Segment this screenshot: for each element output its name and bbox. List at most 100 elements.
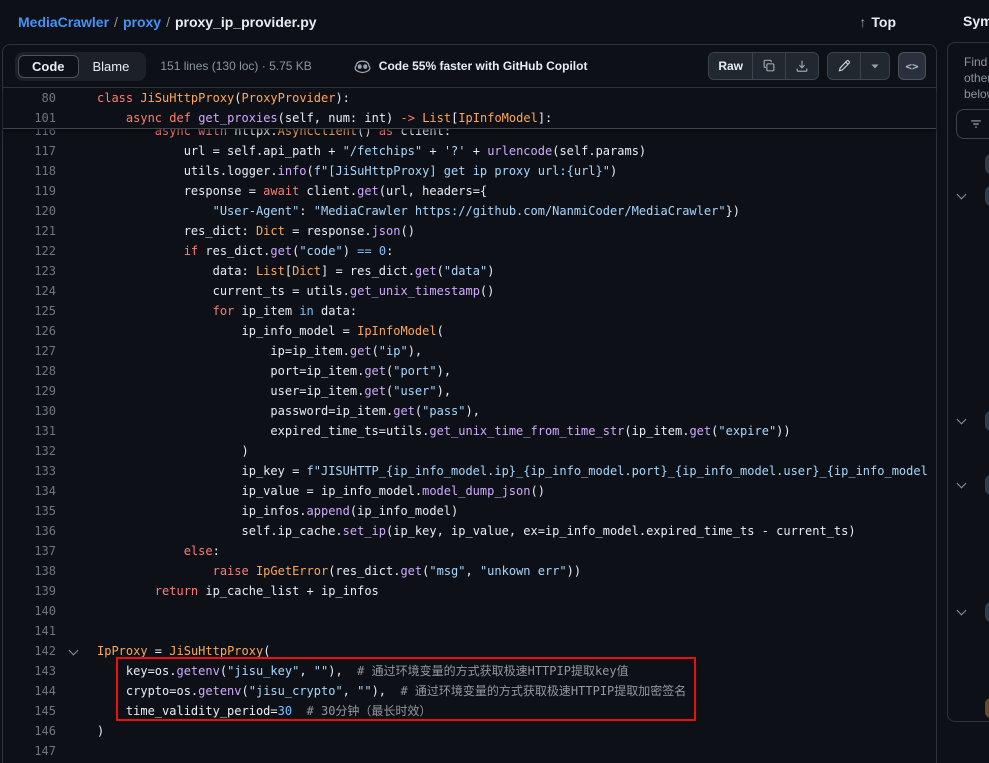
copilot-banner-text: Code 55% faster with GitHub Copilot	[379, 59, 588, 73]
breadcrumb-repo-link[interactable]: MediaCrawler	[18, 14, 109, 30]
line-number[interactable]: 130	[3, 401, 56, 421]
code-text: key=os.getenv("jisu_key", ""), # 通过环境变量的…	[97, 661, 629, 681]
line-number[interactable]: 122	[3, 241, 56, 261]
code-text: res_dict: Dict = response.json()	[97, 221, 415, 241]
raw-actions-group: Raw	[708, 52, 819, 80]
line-number[interactable]: 126	[3, 321, 56, 341]
gutter	[56, 481, 97, 501]
line-number[interactable]: 131	[3, 421, 56, 441]
code-line: 135 ip_infos.append(ip_info_model)	[3, 501, 936, 521]
copilot-banner[interactable]: Code 55% faster with GitHub Copilot	[354, 58, 588, 75]
download-button[interactable]	[785, 53, 818, 79]
line-number[interactable]: 144	[3, 681, 56, 701]
breadcrumb-separator: /	[166, 14, 170, 30]
edit-button[interactable]	[828, 53, 860, 79]
symbol-kind-badge[interactable]	[985, 411, 989, 431]
symbol-kind-badge[interactable]	[985, 602, 989, 622]
line-number[interactable]: 143	[3, 661, 56, 681]
gutter	[56, 441, 97, 461]
line-number[interactable]: 128	[3, 361, 56, 381]
gutter	[56, 561, 97, 581]
symbols-pane-toggle-button[interactable]: <>	[898, 52, 926, 80]
line-number[interactable]: 136	[3, 521, 56, 541]
code-line: 117 url = self.api_path + "/fetchips" + …	[3, 141, 936, 161]
code-text: utils.logger.info(f"[JiSuHttpProxy] get …	[97, 161, 617, 181]
copilot-icon	[354, 58, 371, 75]
line-number[interactable]: 138	[3, 561, 56, 581]
line-number[interactable]: 117	[3, 141, 56, 161]
code-text: else:	[97, 541, 220, 561]
symbol-row	[948, 154, 989, 174]
symbol-kind-badge[interactable]	[985, 186, 989, 206]
code-line: 138 raise IpGetError(res_dict.get("msg",…	[3, 561, 936, 581]
line-number[interactable]: 121	[3, 221, 56, 241]
chevron-down-icon[interactable]	[957, 606, 967, 616]
line-number[interactable]: 139	[3, 581, 56, 601]
line-number[interactable]: 124	[3, 281, 56, 301]
copy-icon	[762, 59, 776, 73]
line-number[interactable]: 145	[3, 701, 56, 721]
back-to-top-link[interactable]: ↑ Top	[859, 14, 896, 30]
line-number[interactable]: 80	[3, 88, 56, 108]
gutter	[56, 661, 97, 681]
symbol-row	[948, 475, 989, 495]
code-text: async def get_proxies(self, num: int) ->…	[97, 108, 552, 128]
line-number[interactable]: 133	[3, 461, 56, 481]
line-number[interactable]: 119	[3, 181, 56, 201]
chevron-down-icon[interactable]	[957, 415, 967, 425]
gutter	[56, 601, 97, 621]
breadcrumb-folder-link[interactable]: proxy	[123, 14, 161, 30]
gutter	[56, 301, 97, 321]
copy-button[interactable]	[752, 53, 785, 79]
chevron-down-icon[interactable]	[957, 190, 967, 200]
line-number[interactable]: 140	[3, 601, 56, 621]
line-number[interactable]: 147	[3, 741, 56, 761]
code-line: 140	[3, 601, 936, 621]
chevron-down-icon[interactable]	[957, 479, 967, 489]
code-text: ip_infos.append(ip_info_model)	[97, 501, 458, 521]
symbols-filter-input[interactable]	[956, 109, 989, 139]
gutter	[56, 261, 97, 281]
collapse-chevron-icon[interactable]	[69, 646, 79, 656]
line-number[interactable]: 142	[3, 641, 56, 661]
tab-code[interactable]: Code	[18, 55, 79, 78]
line-number[interactable]: 120	[3, 201, 56, 221]
symbol-row	[948, 602, 989, 622]
code-line: 143 key=os.getenv("jisu_key", ""), # 通过环…	[3, 661, 936, 681]
code-text: current_ts = utils.get_unix_timestamp()	[97, 281, 494, 301]
line-number[interactable]: 141	[3, 621, 56, 641]
line-number[interactable]: 127	[3, 341, 56, 361]
sticky-context-lines: 80class JiSuHttpProxy(ProxyProvider):101…	[3, 88, 936, 129]
line-number[interactable]: 134	[3, 481, 56, 501]
tab-blame[interactable]: Blame	[79, 55, 144, 78]
gutter	[56, 241, 97, 261]
line-number[interactable]: 101	[3, 108, 56, 128]
line-number[interactable]: 123	[3, 261, 56, 281]
code-line: 134 ip_value = ip_info_model.model_dump_…	[3, 481, 936, 501]
line-number[interactable]: 129	[3, 381, 56, 401]
symbol-kind-badge[interactable]	[985, 475, 989, 495]
line-number[interactable]: 135	[3, 501, 56, 521]
file-info-text: 151 lines (130 loc) · 5.75 KB	[160, 59, 311, 73]
gutter	[56, 181, 97, 201]
line-number[interactable]: 118	[3, 161, 56, 181]
code-line: 144 crypto=os.getenv("jisu_crypto", ""),…	[3, 681, 936, 701]
raw-button[interactable]: Raw	[709, 53, 752, 79]
line-number[interactable]: 132	[3, 441, 56, 461]
edit-dropdown-button[interactable]	[860, 53, 889, 79]
code-line: 137 else:	[3, 541, 936, 561]
line-number[interactable]: 146	[3, 721, 56, 741]
code-text: time_validity_period=30 # 30分钟（最长时效）	[97, 701, 431, 721]
symbols-panel-heading: Symbols	[963, 13, 989, 29]
code-text: data: List[Dict] = res_dict.get("data")	[97, 261, 494, 281]
symbol-kind-badge[interactable]	[985, 154, 989, 174]
gutter	[56, 461, 97, 481]
symbol-row	[948, 698, 989, 718]
line-number[interactable]: 116	[3, 129, 56, 141]
line-number[interactable]: 137	[3, 541, 56, 561]
edit-actions-group	[827, 52, 890, 80]
code-line: 128 port=ip_item.get("port"),	[3, 361, 936, 381]
line-number[interactable]: 125	[3, 301, 56, 321]
symbol-kind-badge[interactable]	[985, 698, 989, 718]
code-line: 127 ip=ip_item.get("ip"),	[3, 341, 936, 361]
